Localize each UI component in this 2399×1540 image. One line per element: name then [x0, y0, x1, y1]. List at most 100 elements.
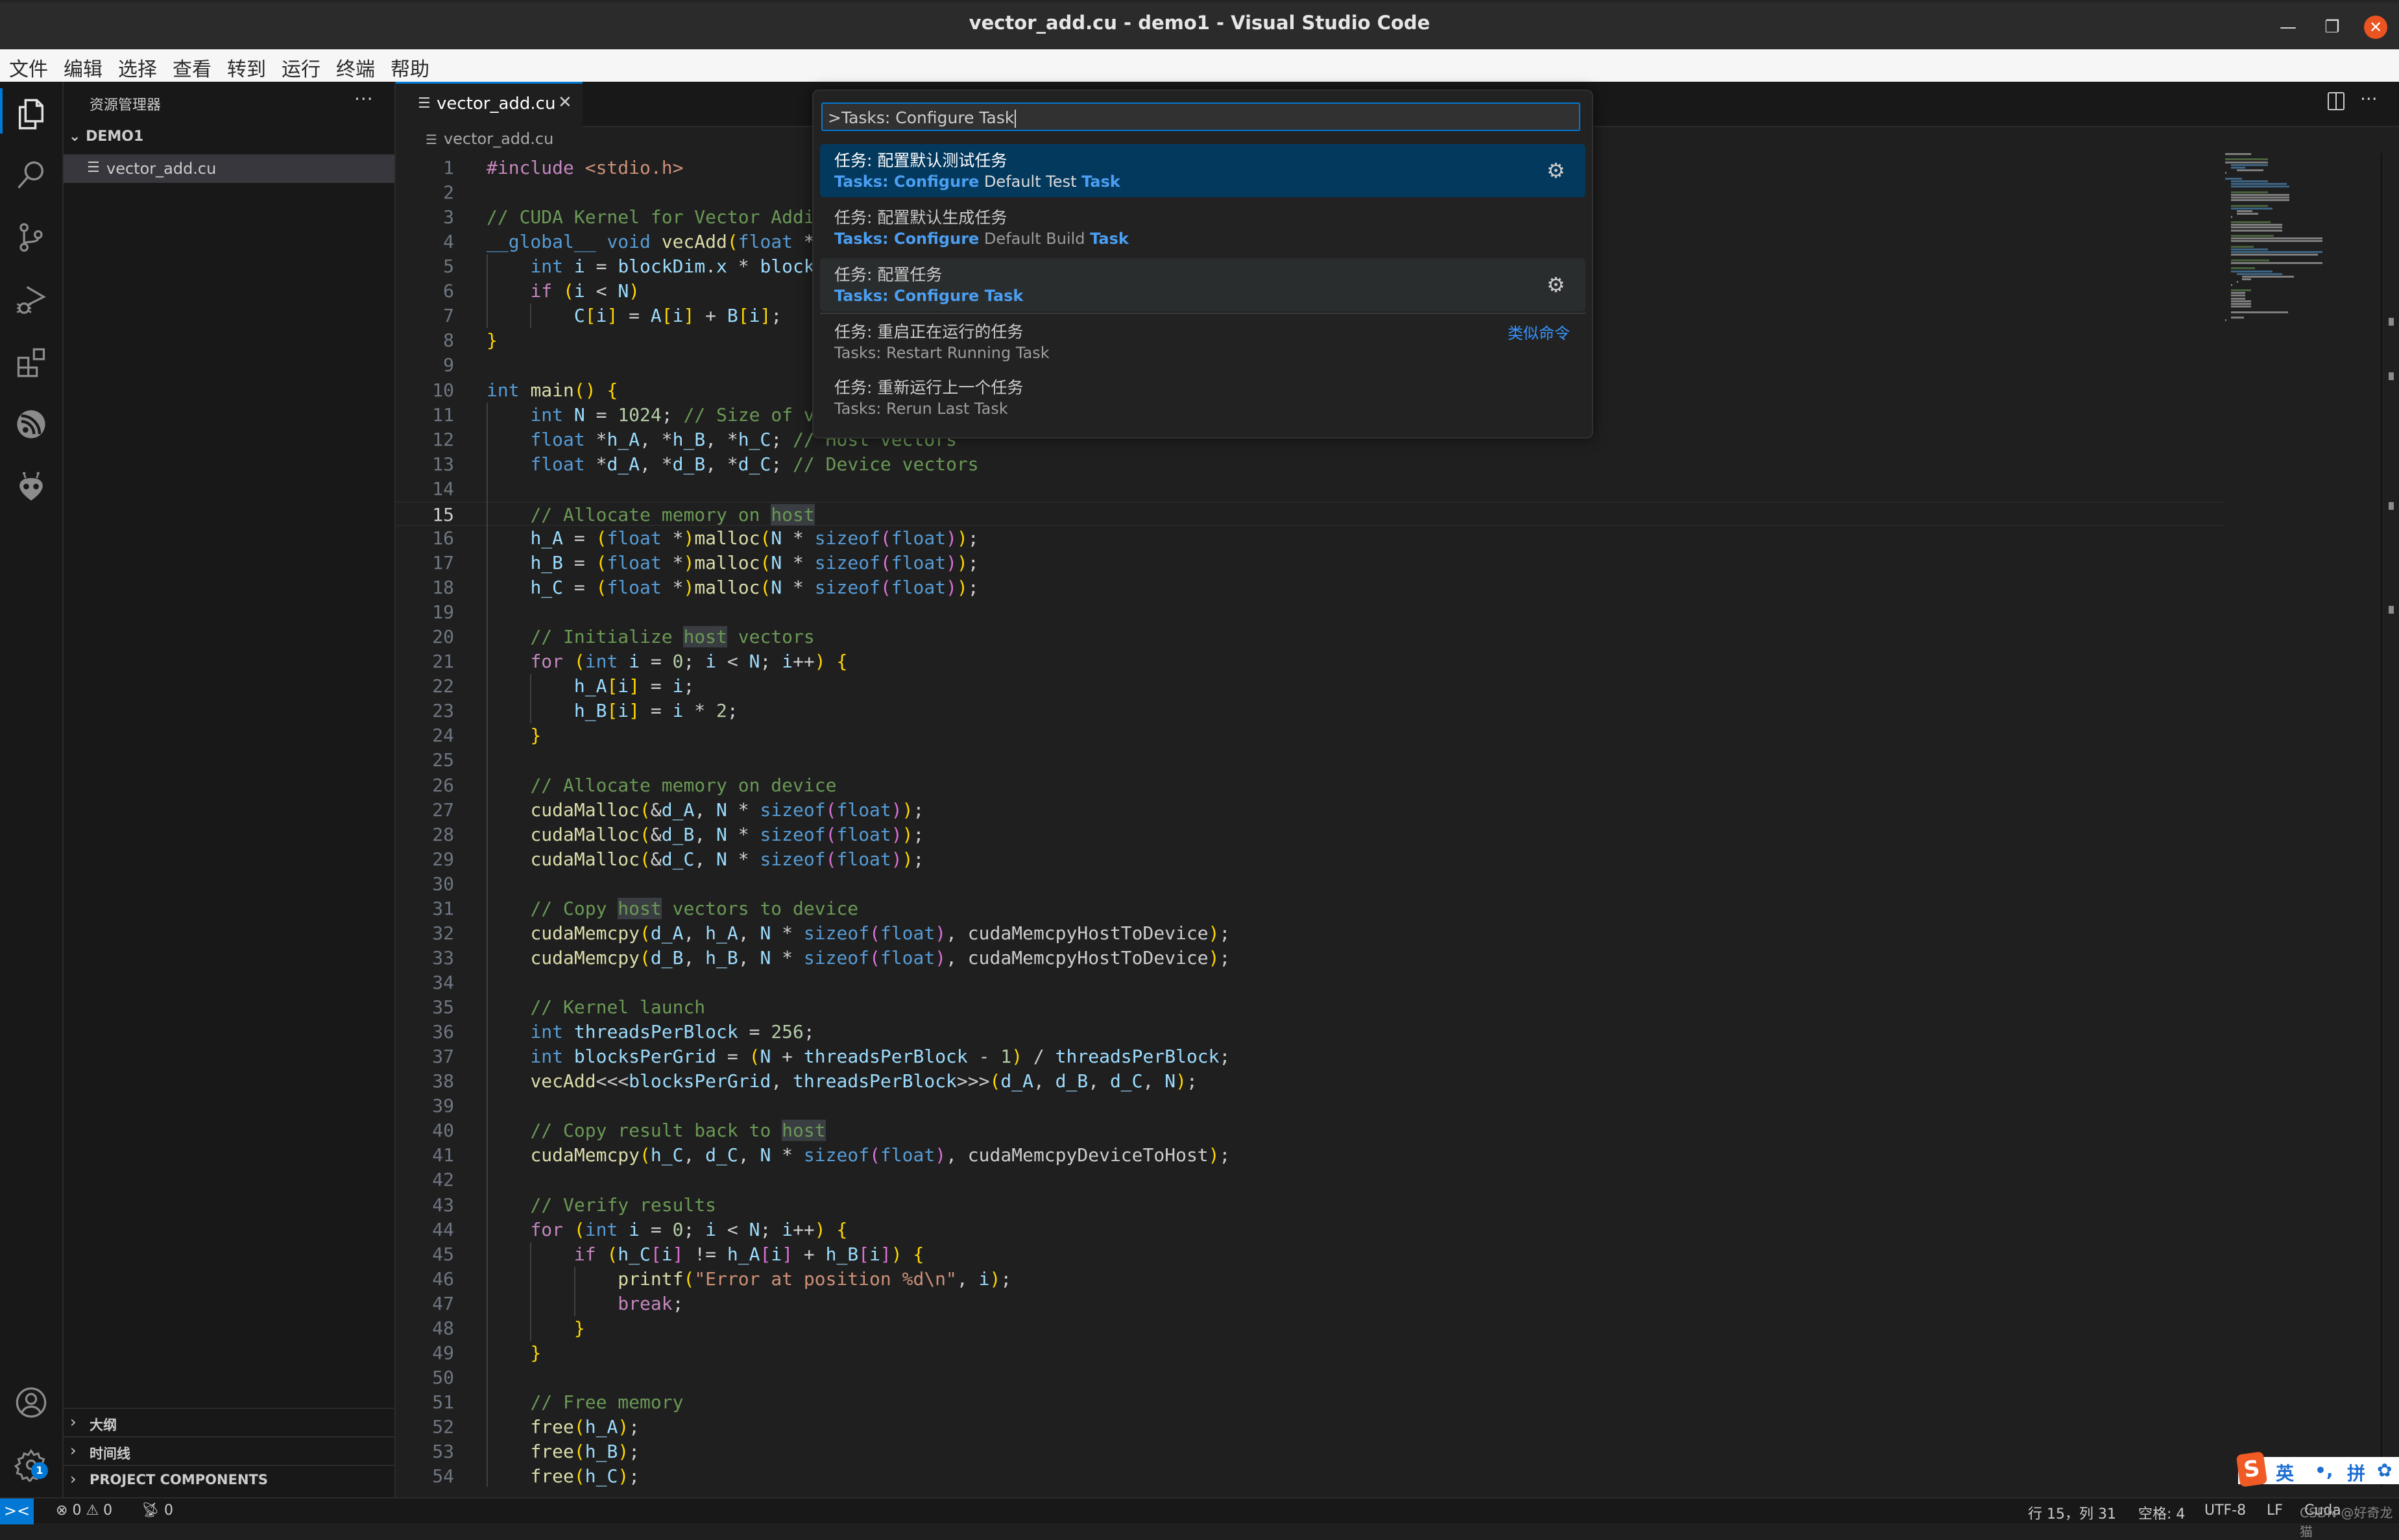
ime-gear-icon[interactable]: ✿	[2377, 1460, 2392, 1481]
menu-view[interactable]: 查看	[173, 53, 211, 82]
ime-lang[interactable]: 英	[2276, 1460, 2294, 1486]
ime-punct[interactable]: •,	[2315, 1460, 2333, 1481]
file-item[interactable]: ☰ vector_add.cu	[64, 154, 394, 183]
extensions-icon[interactable]	[14, 345, 48, 379]
search-icon[interactable]	[14, 158, 48, 192]
section-timeline[interactable]: › 时间线	[64, 1436, 394, 1466]
code-line[interactable]: 54 free(h_C);	[396, 1464, 2225, 1487]
ime-toolbar[interactable]: S 英 •, 拼 ✿	[2236, 1451, 2399, 1487]
code-line[interactable]: 23 h_B[i] = i * 2;	[396, 699, 2225, 723]
run-debug-icon[interactable]	[14, 283, 48, 317]
code-line[interactable]: 41 cudaMemcpy(h_C, d_C, N * sizeof(float…	[396, 1143, 2225, 1168]
close-button[interactable]: ✕	[2364, 16, 2387, 39]
minimap[interactable]	[2225, 153, 2374, 322]
tab-vector-add[interactable]: ☰ vector_add.cu ✕	[396, 82, 583, 127]
code-line[interactable]: 32 cudaMemcpy(d_A, h_A, N * sizeof(float…	[396, 921, 2225, 946]
code-line[interactable]: 18 h_C = (float *)malloc(N * sizeof(floa…	[396, 575, 2225, 600]
code-line[interactable]: 28 cudaMalloc(&d_B, N * sizeof(float));	[396, 823, 2225, 847]
code-line[interactable]: 43 // Verify results	[396, 1193, 2225, 1218]
code-line[interactable]: 19	[396, 600, 2225, 625]
folder-demo1[interactable]: ⌄ DEMO1	[69, 128, 143, 145]
espressif-icon[interactable]	[14, 407, 48, 441]
menu-help[interactable]: 帮助	[391, 53, 429, 82]
command-input[interactable]: >Tasks: Configure Task	[821, 102, 1580, 131]
eol[interactable]: LF	[2267, 1502, 2283, 1519]
code-line[interactable]: 21 for (int i = 0; i < N; i++) {	[396, 649, 2225, 674]
explorer-icon[interactable]	[14, 97, 48, 131]
palette-item[interactable]: 任务: 配置默认生成任务 Tasks: Configure Default Bu…	[820, 201, 1585, 254]
menu-file[interactable]: 文件	[9, 53, 48, 82]
minimize-button[interactable]: —	[2275, 14, 2301, 40]
code-line[interactable]: 49 }	[396, 1341, 2225, 1366]
code-line[interactable]: 50	[396, 1366, 2225, 1390]
minimap-line	[2230, 167, 2245, 169]
palette-item[interactable]: 任务: 重启正在运行的任务 Tasks: Restart Running Tas…	[820, 315, 1585, 368]
ports-status[interactable]: 📡︎ 0	[141, 1502, 173, 1519]
code-line[interactable]: 15 // Allocate memory on host	[396, 501, 2225, 526]
code-line[interactable]: 24 }	[396, 723, 2225, 748]
minimap-line	[2230, 197, 2289, 199]
code-line[interactable]: 39	[396, 1094, 2225, 1118]
breadcrumb[interactable]: ☰ vector_add.cu	[426, 130, 553, 148]
code-line[interactable]: 51 // Free memory	[396, 1390, 2225, 1415]
code-line[interactable]: 53 free(h_B);	[396, 1439, 2225, 1464]
code-line[interactable]: 25	[396, 748, 2225, 773]
encoding[interactable]: UTF-8	[2204, 1502, 2246, 1519]
section-outline[interactable]: › 大纲	[64, 1408, 394, 1438]
indentation[interactable]: 空格: 4	[2138, 1502, 2185, 1523]
more-actions-icon[interactable]: ···	[2360, 88, 2378, 110]
code-line[interactable]: 48 }	[396, 1316, 2225, 1341]
code-line[interactable]: 44 for (int i = 0; i < N; i++) {	[396, 1218, 2225, 1242]
code-line[interactable]: 30	[396, 872, 2225, 896]
palette-item[interactable]: 任务: 配置任务 Tasks: Configure Task ⚙	[820, 258, 1585, 311]
code-line[interactable]: 33 cudaMemcpy(d_B, h_B, N * sizeof(float…	[396, 946, 2225, 970]
menu-terminal[interactable]: 终端	[336, 53, 375, 82]
code-line[interactable]: 40 // Copy result back to host	[396, 1118, 2225, 1143]
palette-item[interactable]: 任务: 配置默认测试任务 Tasks: Configure Default Te…	[820, 144, 1585, 197]
platformio-icon[interactable]	[14, 470, 48, 503]
sidebar-more-button[interactable]: ···	[354, 88, 374, 110]
code-line[interactable]: 31 // Copy host vectors to device	[396, 896, 2225, 921]
restore-button[interactable]: ❐	[2319, 14, 2345, 40]
gear-icon[interactable]: ⚙	[1547, 158, 1565, 183]
match-highlight: Task	[1081, 173, 1120, 191]
close-icon[interactable]: ✕	[558, 93, 572, 112]
minimap-line	[2225, 158, 2268, 161]
vertical-scrollbar[interactable]	[2381, 153, 2399, 1487]
code-line[interactable]: 22 h_A[i] = i;	[396, 674, 2225, 699]
code-line[interactable]: 46 printf("Error at position %d\n", i);	[396, 1267, 2225, 1292]
code-line[interactable]: 52 free(h_A);	[396, 1415, 2225, 1439]
code-line[interactable]: 14	[396, 477, 2225, 501]
account-icon[interactable]	[14, 1386, 48, 1419]
code-line[interactable]: 42	[396, 1168, 2225, 1192]
code-line[interactable]: 13 float *d_A, *d_B, *d_C; // Device vec…	[396, 452, 2225, 477]
code-line[interactable]: 26 // Allocate memory on device	[396, 773, 2225, 798]
gear-icon[interactable]: ⚙	[1547, 272, 1565, 297]
code-line[interactable]: 47 break;	[396, 1292, 2225, 1316]
code-line[interactable]: 27 cudaMalloc(&d_A, N * sizeof(float));	[396, 798, 2225, 823]
menu-edit[interactable]: 编辑	[64, 53, 102, 82]
code-line[interactable]: 17 h_B = (float *)malloc(N * sizeof(floa…	[396, 551, 2225, 575]
code-line[interactable]: 35 // Kernel launch	[396, 995, 2225, 1020]
remote-icon[interactable]: ><	[0, 1498, 34, 1524]
ime-mode[interactable]: 拼	[2347, 1460, 2365, 1486]
menu-run[interactable]: 运行	[282, 53, 320, 82]
problems-status[interactable]: ⊗ 0 ⚠ 0	[56, 1502, 112, 1519]
section-project-components[interactable]: › PROJECT COMPONENTS	[64, 1465, 394, 1495]
code-line[interactable]: 34	[396, 970, 2225, 995]
code-line[interactable]: 16 h_A = (float *)malloc(N * sizeof(floa…	[396, 526, 2225, 551]
cursor-position[interactable]: 行 15，列 31	[2028, 1502, 2116, 1523]
code-line[interactable]: 37 int blocksPerGrid = (N + threadsPerBl…	[396, 1044, 2225, 1069]
code-line[interactable]: 29 cudaMalloc(&d_C, N * sizeof(float));	[396, 847, 2225, 872]
menu-selection[interactable]: 选择	[118, 53, 157, 82]
minimap-line	[2230, 226, 2282, 229]
palette-item[interactable]: 任务: 重新运行上一个任务 Tasks: Rerun Last Task	[820, 371, 1585, 424]
split-editor-icon[interactable]	[2328, 92, 2345, 110]
code-line[interactable]: 45 if (h_C[i] != h_A[i] + h_B[i]) {	[396, 1242, 2225, 1267]
source-control-icon[interactable]	[14, 221, 48, 254]
minimap-line	[2236, 213, 2258, 215]
menu-go[interactable]: 转到	[227, 53, 266, 82]
code-line[interactable]: 20 // Initialize host vectors	[396, 625, 2225, 649]
code-line[interactable]: 38 vecAdd<<<blocksPerGrid, threadsPerBlo…	[396, 1069, 2225, 1094]
code-line[interactable]: 36 int threadsPerBlock = 256;	[396, 1020, 2225, 1044]
